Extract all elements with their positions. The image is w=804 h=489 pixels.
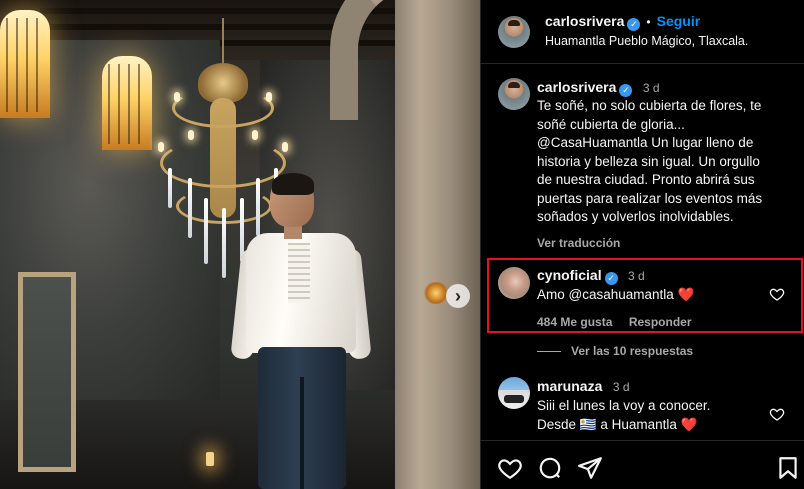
comment-time: 3 d: [628, 269, 645, 283]
replies-divider: [537, 350, 561, 352]
standing-mirror: [18, 272, 76, 472]
comment-item: marunaza 3 d Siii el lunes la voy a cono…: [537, 378, 767, 434]
heart-icon[interactable]: [769, 406, 785, 422]
separator-dot: •: [646, 15, 651, 29]
next-image-button[interactable]: ›: [446, 284, 470, 308]
wall-sconce: [424, 282, 448, 304]
heart-icon[interactable]: [769, 286, 785, 302]
caption: carlosrivera ✓ 3 d Te soñé, no solo cubie…: [537, 79, 799, 250]
verified-icon: ✓: [627, 18, 641, 31]
caption-line: de nuestra ciudad. Pronto abrirá sus: [537, 172, 755, 187]
comment-username[interactable]: marunaza: [537, 378, 602, 394]
post-panel: carlosrivera ✓ • Seguir Huamantla Pueblo Má…: [480, 0, 804, 489]
verified-icon: ✓: [619, 84, 633, 97]
share-icon[interactable]: [577, 455, 603, 481]
post-location[interactable]: Huamantla Pueblo Mágico, Tlaxcala.: [545, 34, 748, 48]
caption-line: Te soñé, no solo cubierta de flores, te: [537, 98, 762, 113]
avatar[interactable]: [498, 377, 530, 409]
avatar[interactable]: [498, 16, 530, 48]
verified-icon: ✓: [604, 272, 618, 285]
comment-icon[interactable]: [537, 455, 563, 481]
avatar[interactable]: [498, 267, 530, 299]
post-image[interactable]: ›: [0, 0, 480, 489]
caption-time: 3 d: [642, 81, 660, 95]
caption-line: soñados y volverlos inolvidables.: [537, 209, 734, 224]
caption-line: soñé cubierta de gloria...: [537, 116, 685, 132]
reply-button[interactable]: Responder: [629, 315, 692, 329]
comment-username[interactable]: cynoficial: [537, 267, 602, 283]
bookmark-icon[interactable]: [775, 455, 801, 481]
comment-time: 3 d: [612, 380, 630, 394]
post-header: carlosrivera ✓ • Seguir Huamantla Pueblo Má…: [481, 0, 804, 64]
follow-button[interactable]: Seguir: [657, 13, 701, 29]
view-replies[interactable]: Ver las 10 respuestas: [537, 344, 693, 358]
view-replies-label[interactable]: Ver las 10 respuestas: [571, 344, 693, 358]
window-left: [0, 10, 50, 118]
comment-likes[interactable]: 484 Me gusta: [537, 315, 612, 329]
caption-line: @CasaHuamantla Un lugar lleno de: [537, 135, 754, 150]
stone-pillar: [395, 0, 480, 489]
man-figure: [230, 173, 372, 489]
comment-text: Desde 🇺🇾 a Huamantla ❤️: [537, 416, 698, 432]
caption-username[interactable]: carlosrivera: [537, 79, 616, 95]
header-username[interactable]: carlosrivera: [545, 13, 624, 29]
chevron-right-icon: ›: [455, 286, 461, 306]
window-center: [102, 56, 152, 150]
comment-text: Amo @casahuamantla ❤️: [537, 287, 695, 302]
floor-candle: [206, 452, 214, 466]
avatar[interactable]: [498, 78, 530, 110]
caption-line: puertas para realizar los eventos más: [537, 190, 763, 206]
translate-link[interactable]: Ver traducción: [537, 236, 799, 250]
header-user-row: carlosrivera ✓ • Seguir: [545, 13, 700, 31]
action-bar: [481, 440, 804, 489]
caption-line: historia y belleza sin igual. Un orgullo: [537, 153, 760, 169]
comment-item: cynoficial ✓ 3 d Amo @casahuamantla ❤️ 48…: [537, 267, 767, 331]
heart-icon[interactable]: [497, 455, 523, 481]
comment-text: Siii el lunes la voy a conocer.: [537, 398, 711, 413]
